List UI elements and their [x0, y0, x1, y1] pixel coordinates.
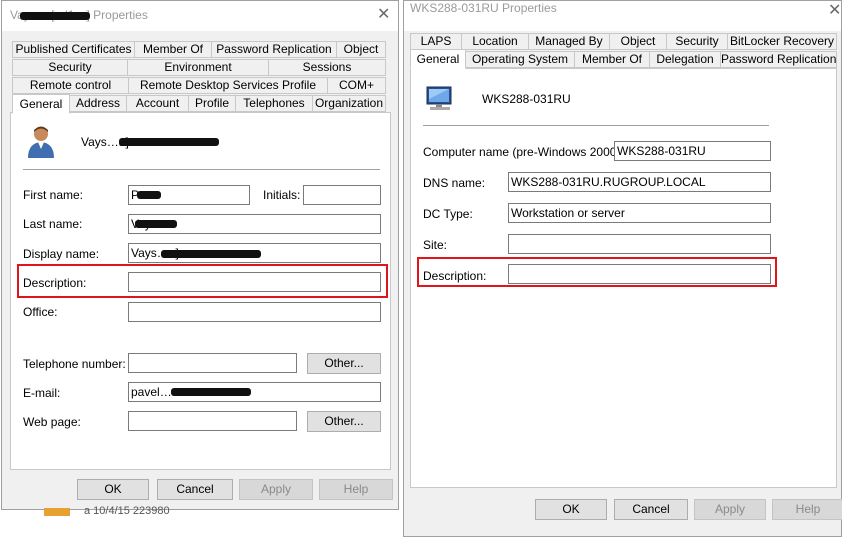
- email-label: E-mail:: [23, 386, 61, 400]
- dns-name-label: DNS name:: [423, 176, 486, 190]
- tab-operating-system[interactable]: Operating System: [465, 51, 575, 68]
- tab-location[interactable]: Location: [461, 33, 529, 50]
- name-redaction: [119, 138, 219, 146]
- folder-icon: [44, 508, 70, 516]
- webpage-label: Web page:: [23, 415, 81, 429]
- dns-name-field[interactable]: WKS288-031RU.RUGROUP.LOCAL: [508, 172, 771, 192]
- telephone-field[interactable]: [128, 353, 297, 373]
- tab-address[interactable]: Address: [69, 95, 127, 112]
- tab-account[interactable]: Account: [126, 95, 189, 112]
- tab-laps[interactable]: LAPS: [410, 33, 462, 50]
- tab-com-plus[interactable]: COM+: [327, 77, 386, 94]
- display-name-redaction: [161, 250, 261, 258]
- tab-organization[interactable]: Organization: [312, 95, 386, 112]
- email-field[interactable]: pavel…a: [128, 382, 381, 402]
- telephone-other-button[interactable]: Other...: [307, 353, 381, 374]
- close-icon[interactable]: ✕: [828, 1, 841, 21]
- webpage-field[interactable]: [128, 411, 297, 431]
- site-label: Site:: [423, 238, 448, 252]
- office-label: Office:: [23, 305, 58, 319]
- initials-field[interactable]: [303, 185, 381, 205]
- office-field[interactable]: [128, 302, 381, 322]
- close-icon[interactable]: ✕: [377, 5, 390, 25]
- email-redaction: [171, 388, 251, 396]
- tab-managed-by[interactable]: Managed By: [528, 33, 610, 50]
- tab-profile[interactable]: Profile: [188, 95, 236, 112]
- tab-object[interactable]: Object: [336, 41, 386, 58]
- tab-member-of[interactable]: Member Of: [134, 41, 212, 58]
- general-tab-panel: WKS288-031RU Computer name (pre-Windows …: [410, 68, 837, 488]
- separator: [23, 169, 380, 170]
- last-name-label: Last name:: [23, 217, 83, 231]
- dc-type-label: DC Type:: [423, 207, 473, 221]
- webpage-other-button[interactable]: Other...: [307, 411, 381, 432]
- title-redaction: [20, 12, 90, 20]
- tab-security[interactable]: Security: [666, 33, 728, 50]
- computer-name-field[interactable]: WKS288-031RU: [614, 141, 771, 161]
- tab-password-replication[interactable]: Password Replication: [211, 41, 337, 58]
- apply-button[interactable]: Apply: [694, 499, 766, 520]
- tab-delegation[interactable]: Delegation: [649, 51, 721, 68]
- tab-general[interactable]: General: [410, 49, 466, 69]
- computer-name-heading: WKS288-031RU: [482, 92, 571, 106]
- initials-label: Initials:: [263, 188, 301, 202]
- general-tab-panel: Vays…a] First name: Pa… Initials: Last n…: [10, 112, 391, 470]
- description-field[interactable]: [128, 272, 381, 292]
- computer-dialog-titlebar: WKS288-031RU Properties ✕: [404, 1, 841, 31]
- user-properties-dialog: Vays… [ad1…] Properties ✕ Published Cert…: [1, 0, 399, 510]
- description-label: Description:: [23, 276, 87, 290]
- background-window-strip: a 10/4/15 223980: [0, 505, 402, 537]
- tab-member-of[interactable]: Member Of: [574, 51, 650, 68]
- ok-button[interactable]: OK: [77, 479, 149, 500]
- display-name-label: Display name:: [23, 247, 100, 261]
- background-row-text: a 10/4/15 223980: [84, 505, 170, 517]
- first-name-label: First name:: [23, 188, 84, 202]
- tab-general[interactable]: General: [12, 94, 70, 114]
- last-name-redaction: [135, 220, 177, 228]
- computer-name-label: Computer name (pre-Windows 2000):: [423, 145, 624, 159]
- description-label: Description:: [423, 269, 487, 283]
- apply-button[interactable]: Apply: [239, 479, 313, 500]
- tab-remote-control[interactable]: Remote control: [12, 77, 129, 94]
- tab-sessions[interactable]: Sessions: [268, 59, 386, 76]
- cancel-button[interactable]: Cancel: [614, 499, 688, 520]
- first-name-redaction: [137, 191, 161, 199]
- tab-remote-desktop-services-profile[interactable]: Remote Desktop Services Profile: [128, 77, 328, 94]
- description-field[interactable]: [508, 264, 771, 284]
- site-field[interactable]: [508, 234, 771, 254]
- ok-button[interactable]: OK: [535, 499, 607, 520]
- computer-monitor-icon: [426, 86, 452, 110]
- computer-properties-dialog: WKS288-031RU Properties ✕ LAPS Location …: [403, 0, 842, 537]
- cancel-button[interactable]: Cancel: [157, 479, 233, 500]
- tab-object[interactable]: Object: [609, 33, 667, 50]
- tab-telephones[interactable]: Telephones: [235, 95, 313, 112]
- user-dialog-titlebar: Vays… [ad1…] Properties ✕: [2, 1, 398, 31]
- user-avatar-icon: [28, 126, 54, 158]
- help-button[interactable]: Help: [772, 499, 842, 520]
- help-button[interactable]: Help: [319, 479, 393, 500]
- tab-security[interactable]: Security: [12, 59, 128, 76]
- dc-type-field[interactable]: Workstation or server: [508, 203, 771, 223]
- tab-password-replication[interactable]: Password Replication: [720, 51, 837, 68]
- tab-environment[interactable]: Environment: [127, 59, 269, 76]
- tab-published-certificates[interactable]: Published Certificates: [12, 41, 135, 58]
- telephone-label: Telephone number:: [23, 357, 126, 371]
- separator: [423, 125, 769, 126]
- tab-bitlocker-recovery[interactable]: BitLocker Recovery: [727, 33, 837, 50]
- computer-dialog-title: WKS288-031RU Properties: [410, 1, 557, 15]
